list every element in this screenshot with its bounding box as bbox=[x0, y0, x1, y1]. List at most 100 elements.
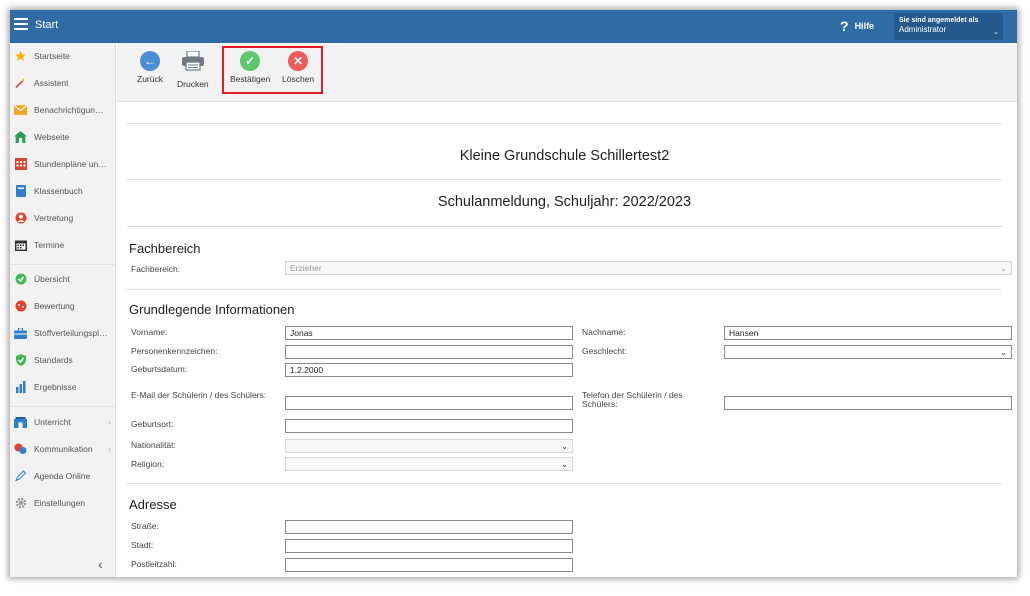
sidebar-item-agenda-online[interactable]: Agenda Online bbox=[10, 465, 116, 487]
sidebar-item-stoffverteilungsplan[interactable]: Stoffverteilungsplan bbox=[10, 322, 116, 344]
divider bbox=[127, 483, 1002, 484]
sidebar-item-uebersicht[interactable]: Übersicht bbox=[10, 268, 116, 290]
sidebar-item-label: Webseite bbox=[34, 132, 70, 142]
strasse-input[interactable] bbox=[285, 520, 573, 534]
sidebar-item-label: Kommunikation bbox=[34, 444, 93, 454]
telefon-input[interactable] bbox=[724, 396, 1012, 410]
collapse-sidebar-icon[interactable]: ‹ bbox=[98, 556, 103, 572]
action-toolbar: ← Zurück Drucken ✓ Bestätigen ✕ Löschen bbox=[117, 43, 1017, 102]
bar-chart-icon bbox=[14, 381, 27, 393]
check-circle-icon bbox=[14, 273, 27, 285]
sidebar-item-vertretung[interactable]: Vertretung bbox=[10, 207, 116, 229]
main-content: Kleine Grundschule Schillertest2 Schulan… bbox=[117, 102, 1017, 577]
sidebar-item-label: Stundenpläne und Kalender bbox=[34, 159, 108, 169]
religion-label: Religion: bbox=[131, 459, 165, 469]
gear-icon bbox=[14, 497, 27, 509]
telefon-label: Telefon der Schülerin / des Schülers: bbox=[582, 390, 683, 409]
sidebar-item-einstellungen[interactable]: Einstellungen bbox=[10, 492, 116, 514]
top-bar: Start ? Hilfe Sie sind angemeldet als Ad… bbox=[10, 10, 1017, 43]
sidebar-item-label: Stoffverteilungsplan bbox=[34, 328, 108, 338]
help-label: Hilfe bbox=[854, 21, 875, 31]
geburtsort-label: Geburtsort: bbox=[131, 419, 174, 429]
fachbereich-select[interactable]: Erzieher ⌄ bbox=[285, 261, 1012, 275]
sidebar-item-assistent[interactable]: Assistent bbox=[10, 72, 116, 94]
calendar-icon bbox=[14, 239, 27, 251]
chevron-down-icon: ⌄ bbox=[561, 460, 568, 469]
sidebar-item-label: Klassenbuch bbox=[34, 186, 83, 196]
rating-icon bbox=[14, 300, 27, 312]
sidebar-item-bewertung[interactable]: Bewertung bbox=[10, 295, 116, 317]
sidebar-item-kommunikation[interactable]: Kommunikation › bbox=[10, 438, 116, 460]
chevron-right-icon: › bbox=[108, 444, 111, 454]
postleitzahl-input[interactable] bbox=[285, 558, 573, 572]
sidebar-item-webseite[interactable]: Webseite bbox=[10, 126, 116, 148]
nachname-input[interactable]: Hansen bbox=[724, 326, 1012, 340]
sidebar-item-startseite[interactable]: Startseite bbox=[10, 45, 116, 67]
pen-icon bbox=[14, 470, 27, 482]
geburtsdatum-label: Geburtsdatum: bbox=[131, 364, 188, 374]
sidebar-item-termine[interactable]: Termine bbox=[10, 234, 116, 256]
book-icon bbox=[14, 185, 27, 197]
geschlecht-select[interactable]: ⌄ bbox=[724, 345, 1012, 359]
divider bbox=[127, 179, 1002, 180]
classroom-icon bbox=[14, 416, 27, 428]
nachname-label: Nachname: bbox=[582, 327, 626, 337]
sidebar-item-label: Vertretung bbox=[34, 213, 74, 223]
personenkennzeichen-input[interactable] bbox=[285, 345, 573, 359]
email-input[interactable] bbox=[285, 396, 573, 410]
chevron-down-icon: ⌄ bbox=[1000, 348, 1007, 357]
shield-check-icon bbox=[14, 354, 27, 366]
divider bbox=[127, 226, 1002, 227]
help-button[interactable]: ? Hilfe bbox=[840, 16, 874, 36]
print-button-label: Drucken bbox=[177, 79, 209, 89]
calendar-grid-icon bbox=[14, 158, 27, 170]
geschlecht-label: Geschlecht: bbox=[582, 346, 627, 356]
religion-select[interactable]: ⌄ bbox=[285, 457, 573, 471]
form-title: Schulanmeldung, Schuljahr: 2022/2023 bbox=[437, 194, 692, 210]
stadt-input[interactable] bbox=[285, 539, 573, 553]
divider bbox=[127, 289, 1002, 290]
sidebar-item-label: Einstellungen bbox=[34, 498, 86, 508]
sidebar-item-benachrichtigungen[interactable]: Benachrichtigungen bbox=[10, 99, 116, 121]
fachbereich-label: Fachbereich: bbox=[131, 264, 181, 274]
print-button[interactable]: Drucken bbox=[177, 50, 209, 95]
chevron-down-icon: ⌄ bbox=[561, 442, 568, 451]
back-button[interactable]: ← Zurück bbox=[137, 51, 163, 95]
vorname-input[interactable]: Jonas bbox=[285, 326, 573, 340]
briefcase-icon bbox=[14, 327, 27, 339]
sidebar-item-label: Bewertung bbox=[34, 301, 75, 311]
sidebar-item-ergebnisse[interactable]: Ergebnisse bbox=[10, 376, 116, 398]
hamburger-menu-icon[interactable] bbox=[14, 18, 28, 30]
sidebar-item-standards[interactable]: Standards bbox=[10, 349, 116, 371]
envelope-icon bbox=[14, 104, 27, 116]
section-fachbereich: Fachbereich bbox=[129, 241, 201, 256]
printer-icon bbox=[181, 50, 205, 76]
personenkennzeichen-label: Personenkennzeichen: bbox=[131, 346, 218, 356]
nationalitaet-select[interactable]: ⌄ bbox=[285, 439, 573, 453]
chevron-down-icon: ⌄ bbox=[993, 29, 999, 36]
user-menu[interactable]: Sie sind angemeldet als Administrator ⌄ bbox=[894, 13, 1003, 40]
divider bbox=[127, 123, 1002, 124]
person-icon bbox=[14, 212, 27, 224]
sidebar-item-label: Startseite bbox=[34, 51, 70, 61]
app-title: Start bbox=[35, 19, 59, 31]
highlight-box bbox=[222, 46, 323, 94]
question-icon: ? bbox=[840, 18, 849, 34]
section-adresse: Adresse bbox=[129, 497, 177, 512]
sidebar-item-label: Standards bbox=[34, 355, 73, 365]
section-grundlegende-informationen: Grundlegende Informationen bbox=[129, 302, 295, 317]
sidebar-item-unterricht[interactable]: Unterricht › bbox=[10, 411, 116, 433]
arrow-left-icon: ← bbox=[139, 51, 160, 71]
sidebar-item-label: Assistent bbox=[34, 78, 69, 88]
sidebar: Startseite Assistent Benachrichtigungen … bbox=[10, 43, 116, 577]
geburtsdatum-input[interactable]: 1.2.2000 bbox=[285, 363, 573, 377]
vorname-label: Vorname: bbox=[131, 327, 168, 337]
geburtsort-input[interactable] bbox=[285, 419, 573, 433]
magic-wand-icon bbox=[14, 77, 27, 89]
back-button-label: Zurück bbox=[137, 74, 163, 84]
sidebar-item-klassenbuch[interactable]: Klassenbuch bbox=[10, 180, 116, 202]
sidebar-item-stundenplaene[interactable]: Stundenpläne und Kalender bbox=[10, 153, 116, 175]
sidebar-divider bbox=[10, 406, 116, 407]
user-role: Administrator bbox=[899, 25, 947, 34]
chat-icon bbox=[14, 443, 27, 455]
